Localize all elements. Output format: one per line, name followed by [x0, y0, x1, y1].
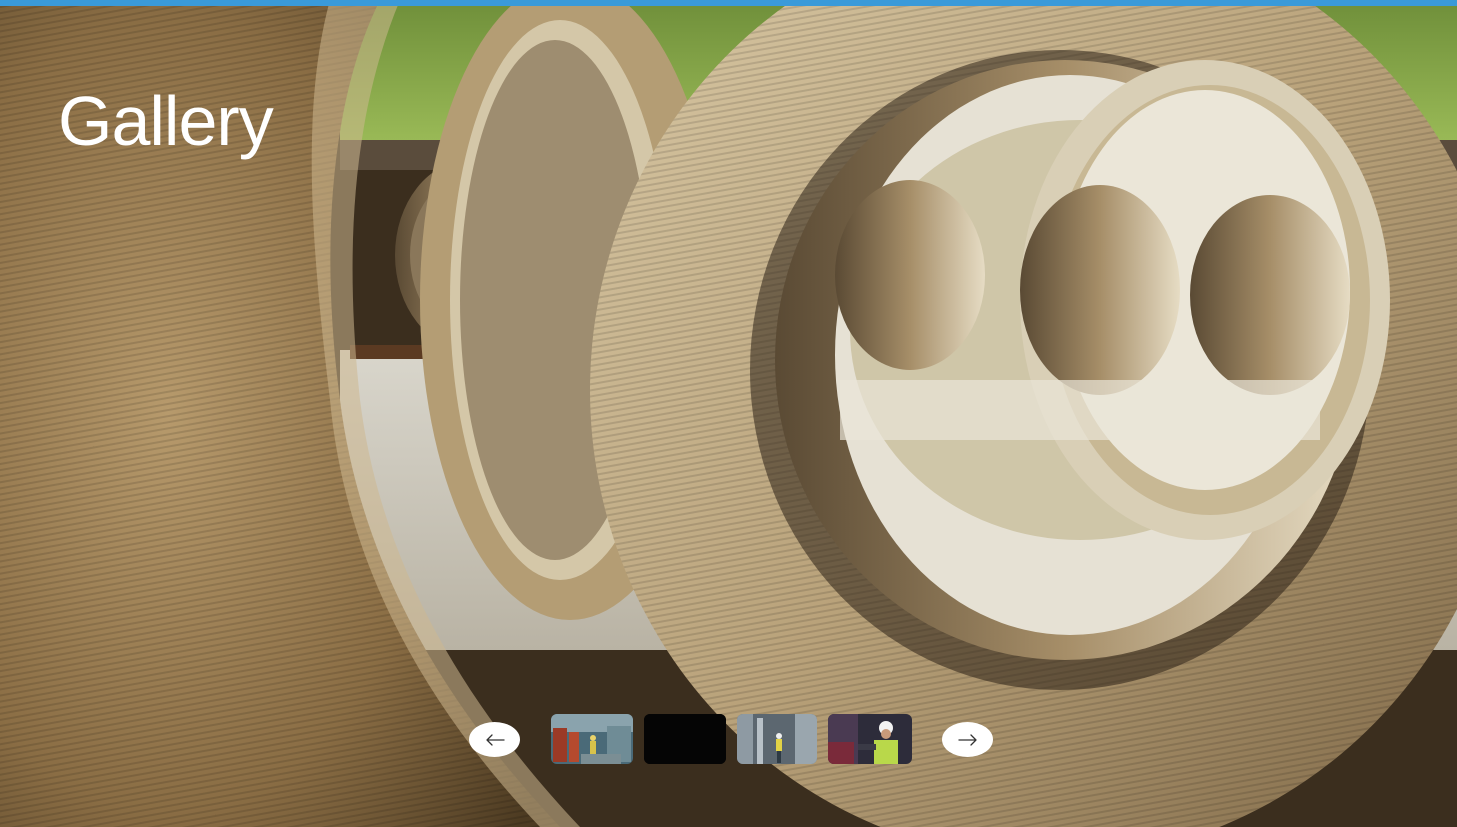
- dark-thumbnail: [644, 714, 726, 764]
- gallery-thumbnail-4[interactable]: [828, 714, 912, 764]
- gallery-thumbnail-2[interactable]: [644, 714, 726, 764]
- top-accent-bar: [0, 0, 1457, 6]
- arrow-right-icon: [957, 733, 977, 746]
- gallery-page: Gallery: [0, 0, 1457, 827]
- factory-worker-thumbnail: [737, 714, 817, 764]
- gallery-thumbnail-1[interactable]: [551, 714, 633, 764]
- previous-button[interactable]: [469, 722, 520, 757]
- next-button[interactable]: [942, 722, 993, 757]
- warehouse-workers-thumbnail: [551, 714, 633, 764]
- engineer-helmet-thumbnail: [828, 714, 912, 764]
- gallery-thumbnail-3[interactable]: [737, 714, 817, 764]
- arrow-left-icon: [485, 733, 505, 746]
- page-title: Gallery: [58, 82, 274, 160]
